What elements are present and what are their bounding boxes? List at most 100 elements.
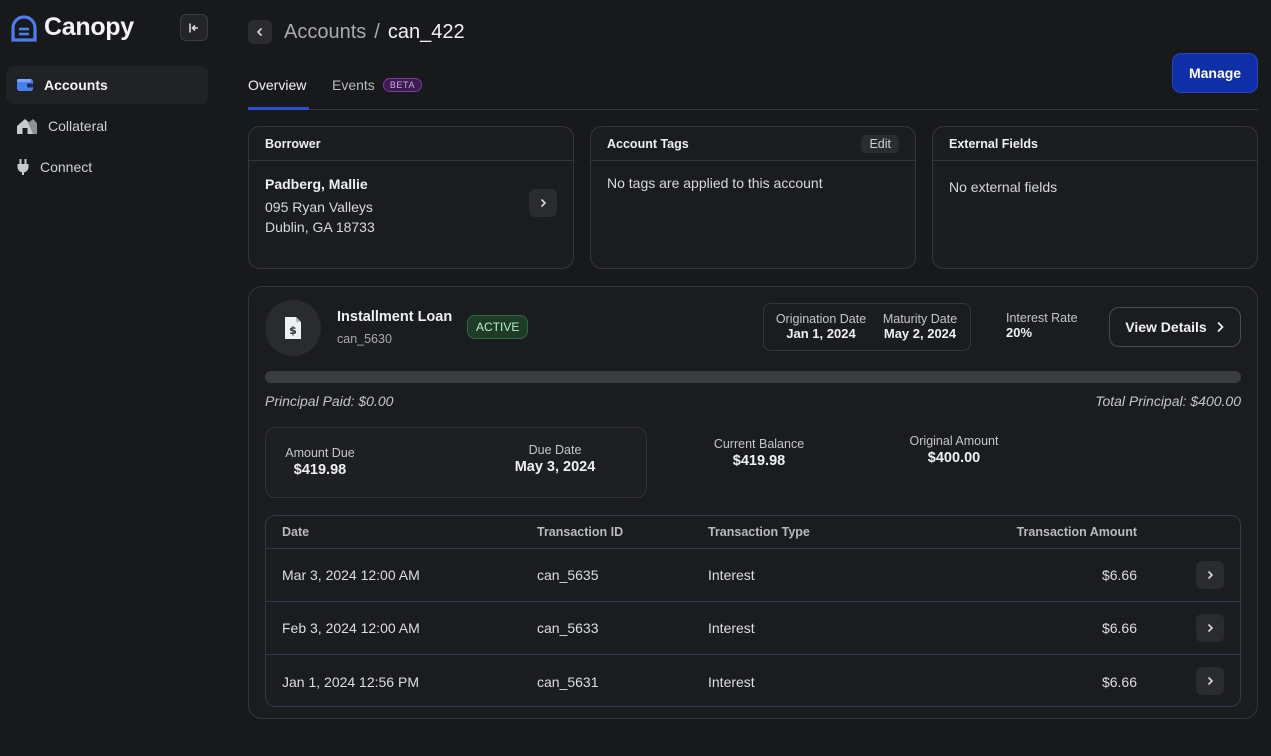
amount-due-label: Amount Due (285, 446, 355, 460)
column-header-transaction-type[interactable]: Transaction Type (708, 525, 810, 539)
amount-due-box: Amount Due $419.98 Due Date May 3, 2024 (265, 427, 647, 498)
breadcrumb: Accounts / can_422 (248, 20, 465, 44)
external-fields-card: External Fields No external fields (932, 126, 1258, 269)
maturity-date-value: May 2, 2024 (883, 326, 957, 341)
document-dollar-icon: $ (285, 317, 301, 339)
sidebar-item-label: Connect (40, 159, 93, 175)
svg-text:$: $ (289, 324, 297, 337)
tab-label: Overview (248, 77, 307, 93)
breadcrumb-parent[interactable]: Accounts (284, 21, 366, 44)
chevron-right-icon (1207, 570, 1214, 580)
column-header-transaction-id[interactable]: Transaction ID (537, 525, 623, 539)
principal-paid: Principal Paid: $0.00 (265, 393, 394, 409)
table-row[interactable]: Jan 1, 2024 12:56 PM can_5631 Interest $… (266, 655, 1240, 706)
row-open-button[interactable] (1196, 667, 1224, 695)
cell-transaction-id: can_5635 (537, 567, 599, 583)
origination-date-label: Origination Date (775, 312, 867, 326)
account-tags-card: Account Tags Edit No tags are applied to… (590, 126, 916, 269)
edit-tags-button[interactable]: Edit (861, 134, 899, 153)
loan-title: Installment Loan (337, 309, 453, 325)
canopy-logo-icon (11, 14, 37, 42)
external-empty-text: No external fields (949, 179, 1058, 195)
external-fields-title: External Fields (949, 136, 1038, 151)
table-header: Date Transaction ID Transaction Type Tra… (266, 516, 1240, 549)
account-tags-title: Account Tags (607, 136, 689, 151)
column-header-transaction-amount[interactable]: Transaction Amount (1017, 525, 1137, 539)
card-header: Borrower (249, 127, 573, 161)
sidebar-item-label: Accounts (44, 77, 108, 93)
loan-id: can_5630 (337, 332, 392, 346)
maturity-date-label: Maturity Date (882, 312, 958, 326)
cell-date: Jan 1, 2024 12:56 PM (282, 673, 419, 690)
cell-transaction-amount: $6.66 (1101, 673, 1137, 690)
due-date-value: May 3, 2024 (514, 459, 596, 475)
original-amount-label: Original Amount (909, 434, 999, 448)
due-date-label: Due Date (528, 443, 582, 457)
collapse-icon (189, 23, 198, 32)
original-amount-value: $400.00 (927, 450, 981, 466)
loan-icon-circle: $ (265, 300, 321, 356)
chevron-right-icon (1207, 623, 1214, 633)
wallet-icon (17, 79, 33, 91)
total-principal: Total Principal: $400.00 (1095, 393, 1241, 409)
card-header: External Fields (933, 127, 1257, 161)
sidebar: Canopy Accounts Collateral Connect (0, 0, 222, 756)
interest-rate: Interest Rate 20% (1006, 311, 1078, 340)
interest-rate-label: Interest Rate (1006, 311, 1078, 325)
loan-dates: Origination Date Jan 1, 2024 Maturity Da… (763, 303, 971, 351)
sidebar-item-collateral[interactable]: Collateral (6, 107, 208, 145)
view-details-button[interactable]: View Details (1109, 307, 1241, 347)
table-row[interactable]: Mar 3, 2024 12:00 AM can_5635 Interest $… (266, 549, 1240, 602)
column-header-date[interactable]: Date (282, 525, 309, 539)
row-open-button[interactable] (1196, 561, 1224, 589)
breadcrumb-separator: / (374, 20, 380, 43)
chevron-right-icon (1217, 321, 1224, 333)
cell-transaction-amount: $6.66 (1101, 620, 1137, 636)
row-open-button[interactable] (1196, 614, 1224, 642)
chevron-right-icon (540, 198, 547, 208)
cell-transaction-type: Interest (708, 620, 755, 636)
cell-date: Mar 3, 2024 12:00 AM (282, 567, 420, 583)
back-button[interactable] (248, 20, 272, 44)
chevron-right-icon (1207, 676, 1214, 686)
tab-bar: Overview Events BETA (248, 70, 1258, 110)
address-line-2: Dublin, GA 18733 (265, 219, 375, 235)
page-title: can_422 (387, 20, 465, 43)
principal-progress-bar (265, 371, 1241, 383)
transactions-table: Date Transaction ID Transaction Type Tra… (265, 515, 1241, 707)
tab-label: Events (332, 77, 375, 93)
sidebar-item-connect[interactable]: Connect (6, 148, 208, 186)
card-header: Account Tags Edit (591, 127, 915, 161)
interest-rate-value: 20% (1006, 325, 1033, 340)
cell-transaction-id: can_5633 (537, 620, 599, 636)
chevron-left-icon (256, 27, 263, 37)
borrower-card-title: Borrower (265, 136, 321, 151)
borrower-card: Borrower Padberg, Mallie 095 Ryan Valley… (248, 126, 574, 269)
cell-transaction-type: Interest (708, 567, 755, 583)
borrower-open-button[interactable] (529, 189, 557, 217)
app-name: Canopy (44, 13, 134, 41)
view-details-label: View Details (1125, 319, 1207, 335)
house-icon (17, 119, 37, 134)
collapse-sidebar-button[interactable] (180, 14, 208, 41)
tab-events[interactable]: Events BETA (332, 77, 423, 93)
address-line-1: 095 Ryan Valleys (265, 199, 373, 215)
current-balance-label: Current Balance (713, 437, 805, 451)
active-tab-indicator (248, 107, 309, 110)
plug-icon (17, 159, 29, 175)
amount-due-value: $419.98 (293, 462, 347, 478)
borrower-name: Padberg, Mallie (265, 176, 368, 192)
tab-overview[interactable]: Overview (248, 77, 306, 93)
manage-button[interactable]: Manage (1172, 53, 1258, 93)
status-badge: ACTIVE (467, 315, 529, 339)
current-balance-value: $419.98 (732, 453, 786, 469)
table-row[interactable]: Feb 3, 2024 12:00 AM can_5633 Interest $… (266, 602, 1240, 655)
cell-transaction-id: can_5631 (537, 673, 599, 690)
sidebar-item-label: Collateral (48, 118, 108, 134)
cell-transaction-amount: $6.66 (1101, 567, 1137, 583)
loan-card: $ Installment Loan can_5630 ACTIVE Origi… (248, 286, 1258, 719)
cell-date: Feb 3, 2024 12:00 AM (282, 620, 420, 636)
logo[interactable]: Canopy (10, 13, 134, 42)
sidebar-item-accounts[interactable]: Accounts (6, 66, 208, 104)
beta-badge: BETA (382, 78, 423, 92)
